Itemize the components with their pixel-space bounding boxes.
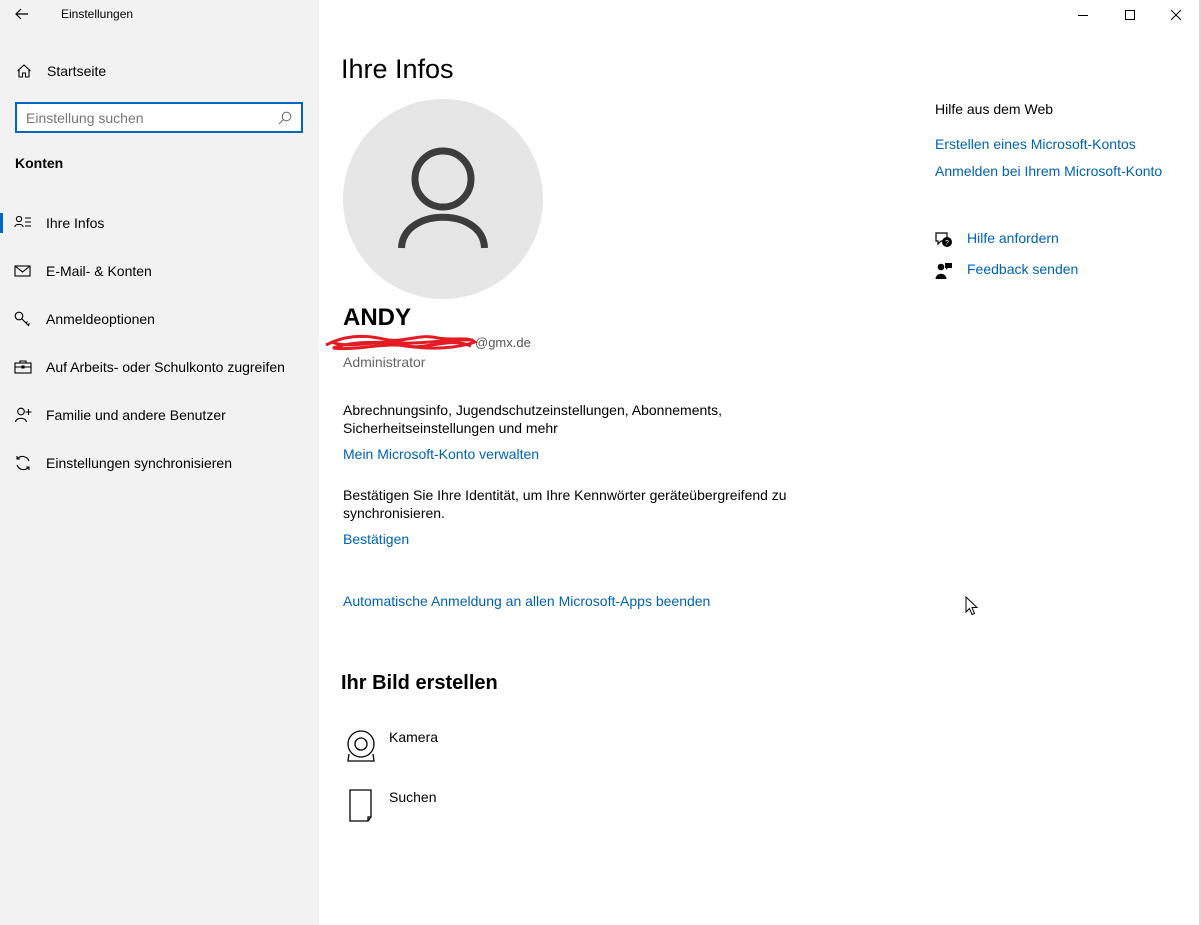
briefcase-icon bbox=[14, 360, 32, 374]
sidebar-item-anmeldeoptionen[interactable]: Anmeldeoptionen bbox=[0, 299, 319, 339]
section-label: Konten bbox=[15, 155, 64, 171]
create-account-link[interactable]: Erstellen eines Microsoft-Kontos bbox=[935, 136, 1136, 152]
browse-label: Suchen bbox=[389, 789, 437, 805]
maximize-icon bbox=[1125, 9, 1135, 20]
redaction-scribble bbox=[325, 334, 478, 351]
help-chat-icon: ? bbox=[935, 232, 952, 247]
search-box[interactable] bbox=[15, 102, 303, 133]
maximize-button[interactable] bbox=[1107, 0, 1153, 29]
feedback-label: Feedback senden bbox=[967, 261, 1079, 277]
verify-link[interactable]: Bestätigen bbox=[343, 531, 409, 547]
sync-icon bbox=[16, 455, 30, 471]
contact-info-icon bbox=[14, 215, 31, 228]
sidebar-item-label: Einstellungen synchronisieren bbox=[46, 455, 232, 471]
sidebar-item-arbeitskonto[interactable]: Auf Arbeits- oder Schulkonto zugreifen bbox=[0, 347, 319, 387]
sidebar-item-label: Auf Arbeits- oder Schulkonto zugreifen bbox=[46, 359, 285, 375]
browse-option[interactable]: Suchen bbox=[343, 789, 643, 835]
camera-label: Kamera bbox=[389, 729, 439, 745]
home-icon bbox=[17, 64, 31, 78]
get-help-link[interactable]: ? Hilfe anfordern bbox=[935, 230, 1135, 252]
camera-option[interactable]: Kamera bbox=[343, 729, 643, 775]
minimize-icon bbox=[1078, 14, 1088, 16]
search-icon[interactable] bbox=[278, 111, 292, 125]
sidebar-item-label: E-Mail- & Konten bbox=[46, 263, 152, 279]
search-input[interactable] bbox=[17, 104, 267, 131]
user-name: ANDY bbox=[343, 304, 412, 331]
sidebar-item-label: Familie und andere Benutzer bbox=[46, 407, 226, 423]
feedback-link[interactable]: Feedback senden bbox=[935, 261, 1135, 283]
help-title: Hilfe aus dem Web bbox=[935, 101, 1054, 117]
user-role: Administrator bbox=[343, 354, 426, 370]
close-icon bbox=[1170, 9, 1182, 20]
picture-heading: Ihr Bild erstellen bbox=[341, 672, 498, 694]
page-title: Ihre Infos bbox=[341, 54, 454, 84]
manage-account-link[interactable]: Mein Microsoft-Konto verwalten bbox=[343, 446, 539, 462]
user-email: @gmx.de bbox=[475, 335, 531, 350]
sidebar-item-email-konten[interactable]: E-Mail- & Konten bbox=[0, 251, 319, 291]
sidebar-item-ihre-infos[interactable]: Ihre Infos bbox=[0, 203, 319, 243]
stop-auto-signin-link[interactable]: Automatische Anmeldung an allen Microsof… bbox=[343, 593, 710, 609]
minimize-button[interactable] bbox=[1060, 0, 1106, 29]
mouse-cursor-icon bbox=[965, 596, 979, 616]
get-help-label: Hilfe anfordern bbox=[967, 230, 1059, 246]
file-icon bbox=[349, 789, 372, 822]
close-button[interactable] bbox=[1153, 0, 1199, 29]
app-title: Einstellungen bbox=[61, 7, 134, 21]
user-silhouette-icon bbox=[398, 147, 488, 249]
svg-text:?: ? bbox=[945, 240, 949, 247]
sidebar-item-sync[interactable]: Einstellungen synchronisieren bbox=[0, 443, 319, 483]
navigation-sidebar: Einstellungen Startseite Konten Ihre Inf… bbox=[0, 0, 319, 925]
avatar bbox=[343, 99, 543, 299]
sidebar-item-label: Anmeldeoptionen bbox=[46, 311, 155, 327]
billing-description: Abrechnungsinfo, Jugendschutzeinstellung… bbox=[343, 402, 723, 436]
verify-description: Bestätigen Sie Ihre Identität, um Ihre K… bbox=[343, 487, 787, 521]
feedback-icon bbox=[935, 263, 952, 279]
key-icon bbox=[14, 311, 30, 327]
back-button[interactable] bbox=[10, 2, 34, 26]
sidebar-item-label: Ihre Infos bbox=[46, 215, 105, 231]
add-user-icon bbox=[14, 407, 32, 423]
back-arrow-icon bbox=[15, 8, 28, 20]
home-label: Startseite bbox=[47, 63, 107, 79]
webcam-icon bbox=[347, 730, 375, 762]
signin-account-link[interactable]: Anmelden bei Ihrem Microsoft-Konto bbox=[935, 163, 1162, 179]
mail-icon bbox=[14, 265, 31, 277]
sidebar-home[interactable]: Startseite bbox=[0, 56, 319, 86]
sidebar-item-familie[interactable]: Familie und andere Benutzer bbox=[0, 395, 319, 435]
